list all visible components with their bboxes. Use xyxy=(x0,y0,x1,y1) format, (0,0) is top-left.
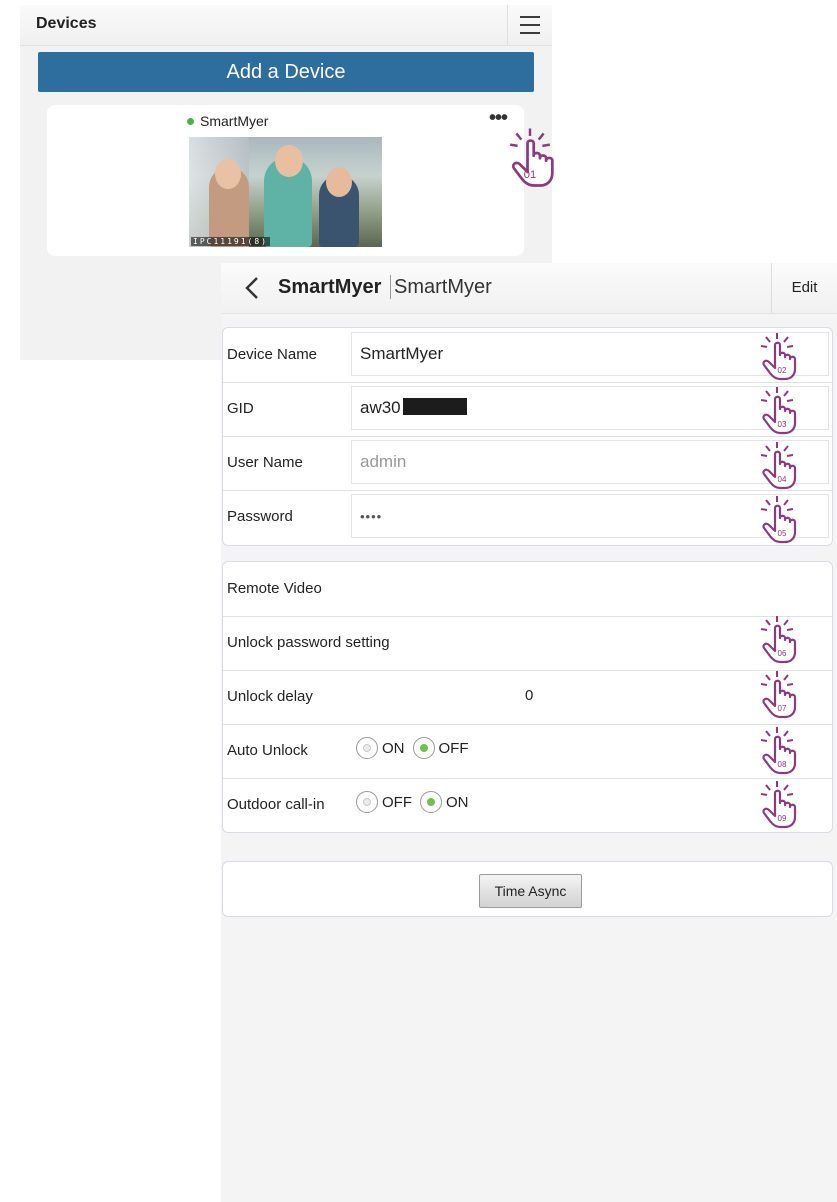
gid-label: GID xyxy=(227,400,254,417)
unlock-delay-row[interactable]: Unlock delay 0 xyxy=(223,670,832,725)
device-name-row: Device Name SmartMyer xyxy=(223,328,832,383)
menu-icon[interactable] xyxy=(507,5,552,45)
time-sync-group: Time Async xyxy=(222,861,833,917)
auto-unlock-label: Auto Unlock xyxy=(227,742,308,759)
camera-label: IPC11191(8) xyxy=(191,237,270,246)
devices-header: Devices xyxy=(20,5,552,46)
tap-hint-number: 09 xyxy=(778,814,787,823)
tap-hint-number: 04 xyxy=(778,475,787,484)
outdoor-call-on-radio[interactable] xyxy=(420,791,442,813)
password-label: Password xyxy=(227,508,293,525)
camera-preview[interactable]: IPC11191(8) xyxy=(189,137,382,247)
tap-hint-number: 03 xyxy=(778,420,787,429)
devices-title: Devices xyxy=(36,15,97,32)
unlock-password-row[interactable]: Unlock password setting xyxy=(223,616,832,671)
tap-hint-number: 08 xyxy=(778,760,787,769)
time-async-button[interactable]: Time Async xyxy=(479,874,582,908)
redaction-block xyxy=(402,398,467,415)
device-title: SmartMyer xyxy=(394,276,492,298)
tap-hint-number: 01 xyxy=(524,169,536,181)
tap-hint-icon-05: 05 xyxy=(759,494,797,544)
user-name-row: User Name admin xyxy=(223,436,832,491)
settings-group: Remote Video Unlock password setting Unl… xyxy=(222,561,833,833)
gid-value: aw30 xyxy=(360,398,401,417)
unlock-delay-label: Unlock delay xyxy=(227,688,313,705)
outdoor-call-label: Outdoor call-in xyxy=(227,796,325,813)
auto-unlock-off-radio[interactable] xyxy=(412,737,435,759)
outdoor-call-off-radio[interactable] xyxy=(356,791,378,813)
password-row: Password •••• xyxy=(223,490,832,544)
tap-hint-icon-06: 06 xyxy=(759,614,797,664)
back-chevron-icon[interactable] xyxy=(241,275,265,301)
device-title-bold: SmartMyer xyxy=(278,276,382,298)
password-mask: •••• xyxy=(360,509,383,524)
title-separator xyxy=(390,275,391,299)
outdoor-call-off-label: OFF xyxy=(382,793,412,811)
device-card-name: SmartMyer xyxy=(200,113,269,129)
tap-hint-number: 06 xyxy=(778,649,787,658)
device-name-label: Device Name xyxy=(227,346,318,363)
device-card[interactable]: SmartMyer ••• IPC11191(8) xyxy=(47,105,524,256)
tap-hint-number: 02 xyxy=(778,366,787,375)
tap-hint-icon-01: 01 xyxy=(508,127,554,187)
outdoor-call-on-label: ON xyxy=(446,793,469,811)
credentials-group: Device Name SmartMyer GID aw30 User Name… xyxy=(222,327,833,546)
device-detail-screen: SmartMyer SmartMyer Edit Device Name Sma… xyxy=(221,263,837,1202)
tap-hint-icon-09: 09 xyxy=(759,779,797,829)
auto-unlock-radio-group: ON OFF xyxy=(356,737,473,759)
edit-label: Edit xyxy=(791,279,818,296)
unlock-password-label: Unlock password setting xyxy=(227,634,390,651)
tap-hint-icon-04: 04 xyxy=(759,440,797,490)
tap-hint-number: 07 xyxy=(778,704,787,713)
online-status-icon xyxy=(187,118,194,125)
user-name-label: User Name xyxy=(227,454,303,471)
tap-hint-icon-07: 07 xyxy=(759,669,797,719)
outdoor-call-radio-group: OFF ON xyxy=(356,791,473,813)
add-device-button[interactable]: Add a Device xyxy=(38,52,534,92)
auto-unlock-on-label: ON xyxy=(382,739,405,757)
edit-button[interactable]: Edit xyxy=(771,263,837,313)
tap-hint-icon-08: 08 xyxy=(759,725,797,775)
gid-row: GID aw30 xyxy=(223,382,832,437)
tap-hint-icon-03: 03 xyxy=(759,385,797,435)
outdoor-call-row: Outdoor call-in OFF ON xyxy=(223,778,832,832)
auto-unlock-row: Auto Unlock ON OFF xyxy=(223,724,832,779)
tap-hint-icon-02: 02 xyxy=(759,331,797,381)
auto-unlock-off-label: OFF xyxy=(438,739,469,757)
detail-header: SmartMyer SmartMyer Edit xyxy=(221,263,837,314)
tap-hint-number: 05 xyxy=(778,529,787,538)
unlock-delay-value[interactable]: 0 xyxy=(525,687,533,704)
remote-video-row[interactable]: Remote Video xyxy=(223,562,832,617)
auto-unlock-on-radio[interactable] xyxy=(356,737,378,759)
remote-video-label: Remote Video xyxy=(227,580,322,597)
